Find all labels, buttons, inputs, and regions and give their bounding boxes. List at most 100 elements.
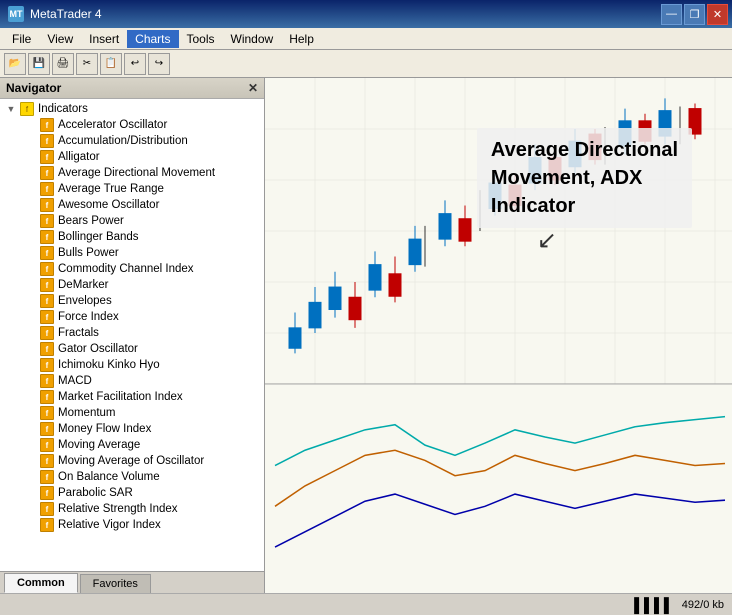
item-label: Average Directional Movement bbox=[58, 167, 215, 179]
list-item[interactable]: f Commodity Channel Index bbox=[20, 261, 264, 277]
indicator-icon: f bbox=[40, 294, 54, 308]
indicator-icon: f bbox=[40, 150, 54, 164]
list-item[interactable]: f Moving Average of Oscillator bbox=[20, 453, 264, 469]
list-item[interactable]: f DeMarker bbox=[20, 277, 264, 293]
indicators-label: Indicators bbox=[38, 103, 88, 115]
list-item[interactable]: f Parabolic SAR bbox=[20, 485, 264, 501]
item-label: DeMarker bbox=[58, 279, 108, 291]
menu-bar: File View Insert Charts Tools Window Hel… bbox=[0, 28, 732, 50]
list-item[interactable]: f On Balance Volume bbox=[20, 469, 264, 485]
folder-icon: f bbox=[20, 102, 34, 116]
nav-tree: ▼ f Indicators f Accelerator Oscillator … bbox=[0, 99, 264, 535]
indicator-icon: f bbox=[40, 278, 54, 292]
main-content: Navigator ✕ ▼ f Indicators f Accelerator… bbox=[0, 78, 732, 593]
navigator-title: Navigator bbox=[6, 81, 61, 95]
item-label: Ichimoku Kinko Hyo bbox=[58, 359, 160, 371]
expand-icon: ▼ bbox=[4, 102, 18, 116]
list-item[interactable]: f Envelopes bbox=[20, 293, 264, 309]
toolbar-btn-4[interactable]: ✂ bbox=[76, 53, 98, 75]
indicator-icon: f bbox=[40, 198, 54, 212]
navigator-body[interactable]: ▼ f Indicators f Accelerator Oscillator … bbox=[0, 99, 264, 571]
indicator-icon: f bbox=[40, 374, 54, 388]
list-item[interactable]: f Money Flow Index bbox=[20, 421, 264, 437]
list-item[interactable]: f Market Facilitation Index bbox=[20, 389, 264, 405]
menu-file[interactable]: File bbox=[4, 30, 39, 48]
list-item[interactable]: f Relative Vigor Index bbox=[20, 517, 264, 533]
toolbar-btn-5[interactable]: 📋 bbox=[100, 53, 122, 75]
list-item[interactable]: f Average Directional Movement bbox=[20, 165, 264, 181]
indicator-icon: f bbox=[40, 518, 54, 532]
item-label: Fractals bbox=[58, 327, 99, 339]
chart-arrow-icon: ↙ bbox=[537, 226, 557, 255]
indicator-icon: f bbox=[40, 502, 54, 516]
tab-common[interactable]: Common bbox=[4, 573, 78, 593]
list-item[interactable]: f Average True Range bbox=[20, 181, 264, 197]
indicator-icon: f bbox=[40, 486, 54, 500]
minimize-button[interactable]: — bbox=[661, 4, 682, 25]
list-item[interactable]: f MACD bbox=[20, 373, 264, 389]
list-item[interactable]: f Gator Oscillator bbox=[20, 341, 264, 357]
menu-view[interactable]: View bbox=[39, 30, 81, 48]
indicator-icon: f bbox=[40, 326, 54, 340]
menu-tools[interactable]: Tools bbox=[179, 30, 223, 48]
indicator-icon: f bbox=[40, 230, 54, 244]
list-item[interactable]: f Alligator bbox=[20, 149, 264, 165]
item-label: Market Facilitation Index bbox=[58, 391, 183, 403]
list-item[interactable]: f Relative Strength Index bbox=[20, 501, 264, 517]
menu-charts[interactable]: Charts bbox=[127, 30, 178, 48]
toolbar: 📂 💾 🖨 ✂ 📋 ↩ ↪ bbox=[0, 50, 732, 78]
title-controls: — ❐ ✕ bbox=[661, 4, 728, 25]
item-label: Commodity Channel Index bbox=[58, 263, 194, 275]
toolbar-btn-3[interactable]: 🖨 bbox=[52, 53, 74, 75]
indicator-icon: f bbox=[40, 390, 54, 404]
toolbar-btn-6[interactable]: ↩ bbox=[124, 53, 146, 75]
menu-help[interactable]: Help bbox=[281, 30, 322, 48]
status-bar: ▌▌▌▌ 492/0 kb bbox=[0, 593, 732, 615]
indicator-icon: f bbox=[40, 166, 54, 180]
list-item[interactable]: f Accelerator Oscillator bbox=[20, 117, 264, 133]
list-item[interactable]: f Bears Power bbox=[20, 213, 264, 229]
navigator-panel: Navigator ✕ ▼ f Indicators f Accelerator… bbox=[0, 78, 265, 593]
chart-area: Average Directional Movement, ADX Indica… bbox=[265, 78, 732, 593]
title-text: MetaTrader 4 bbox=[30, 7, 102, 21]
item-label: MACD bbox=[58, 375, 92, 387]
tab-favorites[interactable]: Favorites bbox=[80, 574, 151, 593]
toolbar-btn-7[interactable]: ↪ bbox=[148, 53, 170, 75]
list-item[interactable]: f Bollinger Bands bbox=[20, 229, 264, 245]
memory-status: 492/0 kb bbox=[682, 599, 724, 611]
list-item[interactable]: f Momentum bbox=[20, 405, 264, 421]
list-item[interactable]: f Force Index bbox=[20, 309, 264, 325]
list-item[interactable]: f Accumulation/Distribution bbox=[20, 133, 264, 149]
list-item[interactable]: f Awesome Oscillator bbox=[20, 197, 264, 213]
menu-window[interactable]: Window bbox=[223, 30, 282, 48]
item-label: Envelopes bbox=[58, 295, 112, 307]
indicator-icon: f bbox=[40, 470, 54, 484]
indicator-icon: f bbox=[40, 262, 54, 276]
chart-indicator-label: Average Directional Movement, ADX Indica… bbox=[477, 128, 692, 228]
item-label: Bulls Power bbox=[58, 247, 119, 259]
title-bar: MT MetaTrader 4 — ❐ ✕ bbox=[0, 0, 732, 28]
navigator-header: Navigator ✕ bbox=[0, 78, 264, 99]
maximize-button[interactable]: ❐ bbox=[684, 4, 705, 25]
toolbar-btn-2[interactable]: 💾 bbox=[28, 53, 50, 75]
indicator-icon: f bbox=[40, 246, 54, 260]
indicator-icon: f bbox=[40, 422, 54, 436]
toolbar-btn-1[interactable]: 📂 bbox=[4, 53, 26, 75]
list-item[interactable]: f Fractals bbox=[20, 325, 264, 341]
list-item[interactable]: f Moving Average bbox=[20, 437, 264, 453]
item-label: Awesome Oscillator bbox=[58, 199, 159, 211]
item-label: Alligator bbox=[58, 151, 100, 163]
navigator-close-button[interactable]: ✕ bbox=[248, 81, 258, 95]
indicator-icon: f bbox=[40, 310, 54, 324]
indicator-icon: f bbox=[40, 118, 54, 132]
menu-insert[interactable]: Insert bbox=[81, 30, 127, 48]
close-button[interactable]: ✕ bbox=[707, 4, 728, 25]
tree-root-indicators[interactable]: ▼ f Indicators bbox=[0, 101, 264, 117]
app-icon: MT bbox=[8, 6, 24, 22]
item-label: Gator Oscillator bbox=[58, 343, 138, 355]
indicator-icon: f bbox=[40, 454, 54, 468]
item-label: Bollinger Bands bbox=[58, 231, 139, 243]
list-item[interactable]: f Ichimoku Kinko Hyo bbox=[20, 357, 264, 373]
list-item[interactable]: f Bulls Power bbox=[20, 245, 264, 261]
item-label: Relative Vigor Index bbox=[58, 519, 161, 531]
